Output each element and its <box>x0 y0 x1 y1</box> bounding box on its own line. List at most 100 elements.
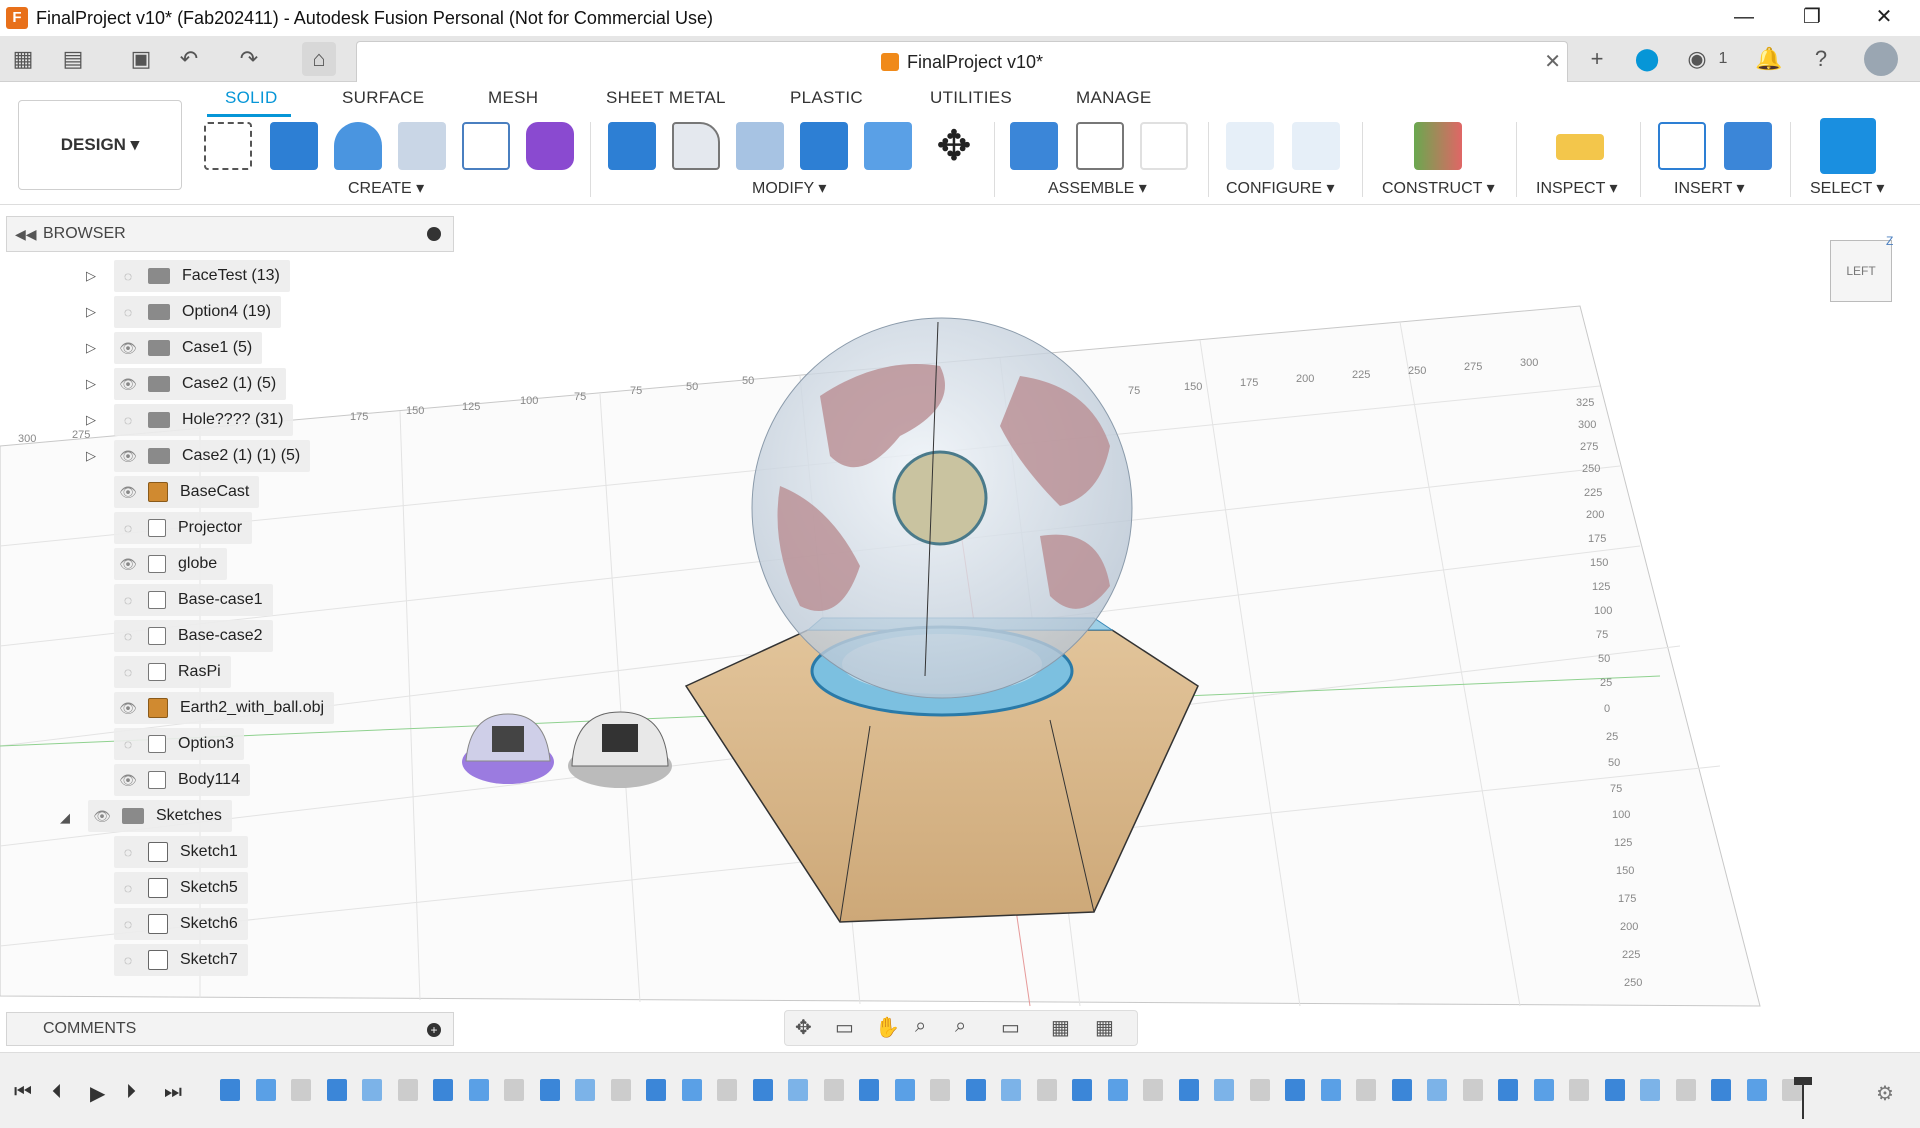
timeline-feature-icon[interactable] <box>326 1079 347 1101</box>
fillet-icon[interactable] <box>672 122 720 170</box>
expand-arrow-icon[interactable]: ▷ <box>86 376 96 392</box>
configure-table-icon[interactable] <box>1292 122 1340 170</box>
browser-item[interactable]: 👁 Earth2_with_ball.obj <box>114 692 335 724</box>
sketch-item[interactable]: ◌ Sketch1 <box>114 836 248 868</box>
hidden-eye-icon[interactable]: ◌ <box>114 736 142 752</box>
timeline-feature-icon[interactable] <box>1604 1079 1625 1101</box>
timeline-marker-icon[interactable] <box>1794 1077 1812 1085</box>
shell-icon[interactable] <box>736 122 784 170</box>
timeline-feature-icon[interactable] <box>539 1079 560 1101</box>
close-tab-icon[interactable]: ✕ <box>1544 42 1561 82</box>
step-back-icon[interactable]: ⏴ <box>52 1081 62 1104</box>
browser-item[interactable]: 👁 BaseCast <box>114 476 260 508</box>
browser-folder-sketches[interactable]: 👁 Sketches <box>88 800 232 832</box>
add-comment-icon[interactable]: + <box>427 1023 441 1037</box>
workspace-switcher[interactable]: DESIGN ▾ <box>18 100 182 190</box>
minimize-browser-icon[interactable] <box>427 227 441 241</box>
inspect-menu[interactable]: INSPECT ▾ <box>1536 178 1618 198</box>
hidden-eye-icon[interactable]: ◌ <box>114 664 142 680</box>
insert-menu[interactable]: INSERT ▾ <box>1674 178 1745 198</box>
timeline-feature-icon[interactable] <box>1320 1079 1341 1101</box>
create-form-icon[interactable] <box>526 122 574 170</box>
browser-item[interactable]: ◌ RasPi <box>114 656 231 688</box>
select-icon[interactable] <box>1820 118 1876 174</box>
sketch-item[interactable]: ◌ Sketch5 <box>114 872 248 904</box>
timeline-feature-icon[interactable] <box>1711 1079 1731 1101</box>
visibility-eye-icon[interactable]: 👁 <box>114 484 142 501</box>
collapse-browser-icon[interactable]: ◀◀ <box>15 217 37 251</box>
grid-settings-icon[interactable]: ▦ <box>1051 1015 1070 1040</box>
timeline-feature-icon[interactable] <box>859 1079 879 1101</box>
timeline-feature-icon[interactable] <box>1178 1079 1199 1101</box>
hidden-eye-icon[interactable]: ◌ <box>114 520 142 536</box>
timeline-feature-icon[interactable] <box>1001 1079 1021 1101</box>
browser-item[interactable]: 👁 Body114 <box>114 764 250 796</box>
visibility-eye-icon[interactable]: 👁 <box>114 376 142 393</box>
timeline-feature-icon[interactable] <box>681 1079 702 1101</box>
extrude-icon[interactable] <box>270 122 318 170</box>
timeline-feature-icon[interactable] <box>362 1079 382 1101</box>
pattern-icon[interactable] <box>462 122 510 170</box>
sketch-item[interactable]: ◌ Sketch6 <box>114 908 248 940</box>
timeline-feature-icon[interactable] <box>1107 1079 1128 1101</box>
timeline-feature-icon[interactable] <box>610 1079 631 1101</box>
press-pull-icon[interactable] <box>608 122 656 170</box>
hidden-eye-icon[interactable]: ◌ <box>114 268 142 284</box>
tab-solid[interactable]: SOLID <box>225 88 278 108</box>
timeline-feature-icon[interactable] <box>1675 1079 1696 1101</box>
browser-item[interactable]: ◌ Option4 (19) <box>114 296 281 328</box>
hidden-eye-icon[interactable]: ◌ <box>114 592 142 608</box>
display-settings-icon[interactable]: ▭ <box>1001 1015 1020 1040</box>
combine-icon[interactable] <box>800 122 848 170</box>
browser-item[interactable]: 👁 Case2 (1) (1) (5) <box>114 440 311 472</box>
fit-icon[interactable]: ⌕ <box>955 1015 966 1038</box>
timeline-feature-icon[interactable] <box>1285 1079 1305 1101</box>
go-to-end-icon[interactable]: ⏭ <box>164 1081 182 1104</box>
modify-menu[interactable]: MODIFY ▾ <box>752 178 826 198</box>
split-body-icon[interactable] <box>864 122 912 170</box>
hidden-eye-icon[interactable]: ◌ <box>114 844 142 860</box>
construct-menu[interactable]: CONSTRUCT ▾ <box>1382 178 1495 198</box>
timeline-feature-icon[interactable] <box>1569 1079 1589 1101</box>
pan-icon[interactable]: ✋ <box>875 1015 900 1040</box>
browser-item[interactable]: 👁 Case1 (5) <box>114 332 263 364</box>
3d-viewport[interactable]: 300 275 175 150 125 100 75 75 50 50 75 1… <box>0 206 1920 1052</box>
collapse-arrow-icon[interactable]: ◢ <box>60 810 70 826</box>
timeline-settings-gear-icon[interactable]: ⚙ <box>1876 1081 1894 1106</box>
visibility-eye-icon[interactable]: 👁 <box>114 340 142 357</box>
hidden-eye-icon[interactable]: ◌ <box>114 628 142 644</box>
timeline-feature-icon[interactable] <box>894 1079 915 1101</box>
move-icon[interactable]: ✥ <box>930 122 978 170</box>
browser-item[interactable]: ◌ Option3 <box>114 728 245 760</box>
comments-panel[interactable]: COMMENTS + <box>6 1012 454 1046</box>
browser-item[interactable]: ◌ Projector <box>114 512 253 544</box>
sketch-item[interactable]: ◌ Sketch7 <box>114 944 248 976</box>
timeline-feature-icon[interactable] <box>717 1079 737 1101</box>
browser-item[interactable]: ◌ Base-case2 <box>114 620 273 652</box>
visibility-eye-icon[interactable]: 👁 <box>114 772 142 789</box>
notifications-bell-icon[interactable]: 🔔 <box>1752 42 1786 76</box>
expand-arrow-icon[interactable]: ▷ <box>86 268 96 284</box>
timeline-feature-icon[interactable] <box>1746 1079 1767 1101</box>
timeline-feature-icon[interactable] <box>752 1079 773 1101</box>
plane-icon[interactable] <box>1414 122 1462 170</box>
expand-arrow-icon[interactable]: ▷ <box>86 412 96 428</box>
timeline-feature-icon[interactable] <box>1427 1079 1447 1101</box>
timeline-feature-icon[interactable] <box>646 1079 666 1101</box>
redo-icon[interactable]: ↷ <box>232 42 266 76</box>
help-icon[interactable]: ? <box>1804 42 1838 76</box>
timeline-feature-icon[interactable] <box>397 1079 418 1101</box>
browser-item[interactable]: ◌ FaceTest (13) <box>114 260 290 292</box>
table-icon[interactable] <box>1140 122 1188 170</box>
save-icon[interactable]: ▣ <box>124 42 158 76</box>
tab-sheet-metal[interactable]: SHEET METAL <box>606 88 726 108</box>
timeline-feature-icon[interactable] <box>1214 1079 1234 1101</box>
orbit-icon[interactable]: ✥ <box>795 1015 812 1040</box>
browser-item[interactable]: 👁 Case2 (1) (5) <box>114 368 287 400</box>
timeline-feature-icon[interactable] <box>1072 1079 1092 1101</box>
browser-item[interactable]: 👁 globe <box>114 548 228 580</box>
extensions-icon[interactable]: ⬤ <box>1630 42 1664 76</box>
timeline-feature-icon[interactable] <box>1640 1079 1660 1101</box>
timeline-feature-icon[interactable] <box>930 1079 950 1101</box>
joint-icon[interactable] <box>1076 122 1124 170</box>
